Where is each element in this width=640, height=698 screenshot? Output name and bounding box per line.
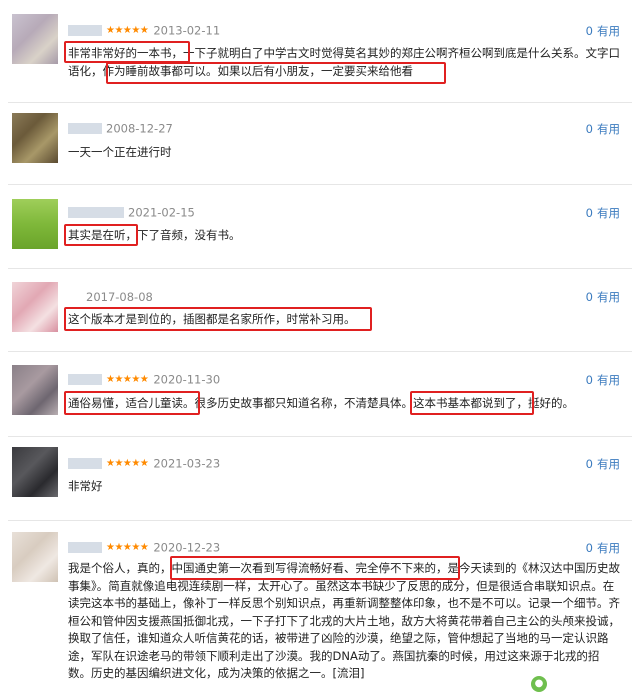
rating-stars: ★★★★★ [106,457,149,469]
rating-stars: ★★★★★ [106,24,149,36]
review-meta: 2008-12-27 [68,121,173,136]
review-text: 非常好 [68,479,103,493]
username[interactable] [68,123,102,134]
review-date: 2008-12-27 [106,121,173,136]
highlight-box [410,391,534,415]
avatar[interactable] [12,532,58,582]
avatar[interactable] [12,199,58,249]
wechat-icon: ● [530,676,547,692]
review-date: 2021-02-15 [128,205,195,220]
review-date: 2021-03-23 [153,456,221,471]
avatar[interactable] [12,282,58,332]
review-date: 2013-02-11 [153,23,221,38]
useful-button[interactable]: 0 有用 [586,205,620,221]
rating-stars: ★★★★★ [106,541,149,553]
review-meta: ★★★★★ 2021-03-23 [68,456,221,471]
divider [8,351,632,352]
useful-button[interactable]: 0 有用 [586,456,620,472]
review-date: 2020-12-23 [153,540,221,555]
useful-button[interactable]: 0 有用 [586,540,620,556]
highlight-box [64,391,200,415]
review-text: 其实是在听，下了音频，没有书。 [68,228,241,242]
useful-button[interactable]: 0 有用 [586,372,620,388]
review-meta: 2021-02-15 [68,205,195,220]
review-date: 2020-11-30 [153,372,221,387]
avatar[interactable] [12,447,58,497]
divider [8,436,632,437]
highlight-box [64,224,138,246]
highlight-box [106,62,446,84]
highlight-box [64,307,372,331]
avatar[interactable] [12,14,58,64]
useful-button[interactable]: 0 有用 [586,289,620,305]
divider [8,268,632,269]
watermark: ● 牛妈妈育儿网 [530,673,628,692]
rating-stars: ★★★★★ [106,373,149,385]
review-date: 2017-08-08 [86,289,153,304]
username[interactable] [68,542,102,553]
review-meta: ★★★★★ 2020-12-23 [68,540,221,555]
useful-button[interactable]: 0 有用 [586,23,620,39]
username[interactable] [68,25,102,36]
review-meta: 2017-08-08 [68,289,153,304]
divider [8,102,632,103]
username[interactable] [68,374,102,385]
review-meta: ★★★★★ 2020-11-30 [68,372,221,387]
username[interactable] [68,458,102,469]
divider [8,520,632,521]
username[interactable] [68,207,124,218]
avatar[interactable] [12,113,58,163]
highlight-box [64,41,190,63]
review-meta: ★★★★★ 2013-02-11 [68,23,221,38]
divider [8,184,632,185]
avatar[interactable] [12,365,58,415]
useful-button[interactable]: 0 有用 [586,121,620,137]
highlight-box [170,556,460,580]
review-text: 一天一个正在进行时 [68,145,172,159]
